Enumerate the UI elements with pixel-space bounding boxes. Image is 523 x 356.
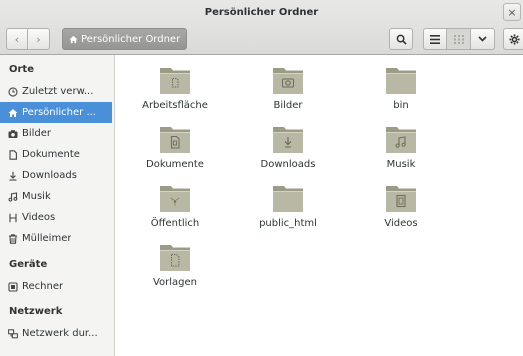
sidebar-item-label: Dokumente <box>22 149 80 160</box>
chevron-down-icon <box>478 36 487 42</box>
close-icon: × <box>507 5 517 19</box>
folder-item-desktop[interactable]: Arbeitsfläche <box>125 65 225 111</box>
sidebar-item-label: Bilder <box>22 128 52 139</box>
folder-desktop-icon <box>160 68 190 94</box>
folder-item-templates[interactable]: Vorlagen <box>125 242 225 288</box>
sidebar-item-downloads[interactable]: Downloads <box>0 165 112 186</box>
folder-music-icon <box>386 127 416 153</box>
folder-name: bin <box>393 100 409 111</box>
path-bar-home-button[interactable]: Persönlicher Ordner <box>62 28 188 50</box>
folder-name: public_html <box>259 218 317 229</box>
navigation-buttons: ‹ › <box>6 28 50 50</box>
folder-videos-icon <box>386 186 416 212</box>
view-options-button[interactable] <box>471 28 495 50</box>
clock-icon <box>8 86 18 97</box>
sidebar-item-browse-network[interactable]: Netzwerk dur... <box>0 323 112 344</box>
sidebar-item-label: Mülleimer <box>22 233 72 244</box>
folder-icon <box>386 68 416 94</box>
folder-name: Videos <box>384 218 418 229</box>
file-grid: Arbeitsfläche Bilder bin Dokumente Downl… <box>116 55 523 356</box>
sidebar-heading-places: Orte <box>9 64 34 75</box>
folder-item-downloads[interactable]: Downloads <box>238 124 338 170</box>
folder-item-public-html[interactable]: public_html <box>238 183 338 229</box>
sidebar-item-videos[interactable]: Videos <box>0 207 112 228</box>
folder-item-bin[interactable]: bin <box>351 65 451 111</box>
folder-name: Musik <box>386 159 416 170</box>
sidebar-item-home[interactable]: Persönlicher ... <box>0 102 112 123</box>
home-icon <box>69 35 78 43</box>
search-button[interactable] <box>389 28 413 50</box>
network-icon <box>8 328 18 339</box>
folder-item-videos[interactable]: Videos <box>351 183 451 229</box>
folder-item-music[interactable]: Musik <box>351 124 451 170</box>
path-bar-label: Persönlicher Ordner <box>81 33 181 45</box>
sidebar-item-computer[interactable]: Rechner <box>0 276 112 297</box>
sidebar-heading-devices: Geräte <box>9 259 48 270</box>
sidebar-item-label: Musik <box>22 191 51 202</box>
folder-item-documents[interactable]: Dokumente <box>125 124 225 170</box>
sidebar-item-label: Downloads <box>22 170 77 181</box>
sidebar-item-recent[interactable]: Zuletzt verw... <box>0 81 112 102</box>
folder-downloads-icon <box>273 127 303 153</box>
window-title: Persönlicher Ordner <box>204 7 319 18</box>
sidebar-item-pictures[interactable]: Bilder <box>0 123 112 144</box>
folder-name: Downloads <box>260 159 316 170</box>
folder-item-pictures[interactable]: Bilder <box>238 65 338 111</box>
folder-templates-icon <box>160 245 190 271</box>
folder-name: Dokumente <box>146 159 204 170</box>
video-icon <box>8 213 18 223</box>
camera-icon <box>8 129 18 139</box>
folder-name: Bilder <box>273 100 303 111</box>
chevron-left-icon: ‹ <box>14 32 20 46</box>
search-icon <box>396 34 407 45</box>
document-icon <box>8 149 18 160</box>
grid-icon <box>453 34 464 44</box>
folder-pictures-icon <box>273 68 303 94</box>
list-icon <box>430 34 440 44</box>
gear-icon <box>508 33 520 45</box>
sidebar-item-label: Persönlicher ... <box>22 107 96 118</box>
sidebar-item-trash[interactable]: Mülleimer <box>0 228 112 249</box>
grid-view-button[interactable] <box>447 28 471 50</box>
chevron-right-icon: › <box>36 32 41 46</box>
folder-icon <box>273 186 303 212</box>
home-icon <box>8 108 18 118</box>
header-bar: Persönlicher Ordner × ‹ › Persönlicher O… <box>0 0 523 55</box>
list-view-button[interactable] <box>423 28 447 50</box>
back-button[interactable]: ‹ <box>6 28 28 50</box>
folder-public-icon <box>160 186 190 212</box>
folder-name: Arbeitsfläche <box>142 100 208 111</box>
folder-name: Öffentlich <box>150 218 200 229</box>
download-icon <box>8 171 18 181</box>
sidebar-item-music[interactable]: Musik <box>0 186 112 207</box>
computer-icon <box>8 281 18 292</box>
sidebar-item-label: Zuletzt verw... <box>22 86 94 97</box>
folder-name: Vorlagen <box>152 277 198 288</box>
sidebar-item-label: Videos <box>22 212 56 223</box>
music-icon <box>8 191 18 202</box>
sidebar-item-label: Rechner <box>22 281 64 292</box>
close-button[interactable]: × <box>503 3 521 21</box>
trash-icon <box>8 233 18 244</box>
settings-button[interactable] <box>503 28 523 50</box>
folder-documents-icon <box>160 127 190 153</box>
sidebar: Orte Zuletzt verw... Persönlicher ... Bi… <box>0 55 115 356</box>
forward-button[interactable]: › <box>28 28 50 50</box>
view-switcher <box>423 28 495 50</box>
sidebar-heading-network: Netzwerk <box>9 306 63 317</box>
folder-item-public[interactable]: Öffentlich <box>125 183 225 229</box>
sidebar-item-label: Netzwerk dur... <box>22 328 98 339</box>
sidebar-item-documents[interactable]: Dokumente <box>0 144 112 165</box>
